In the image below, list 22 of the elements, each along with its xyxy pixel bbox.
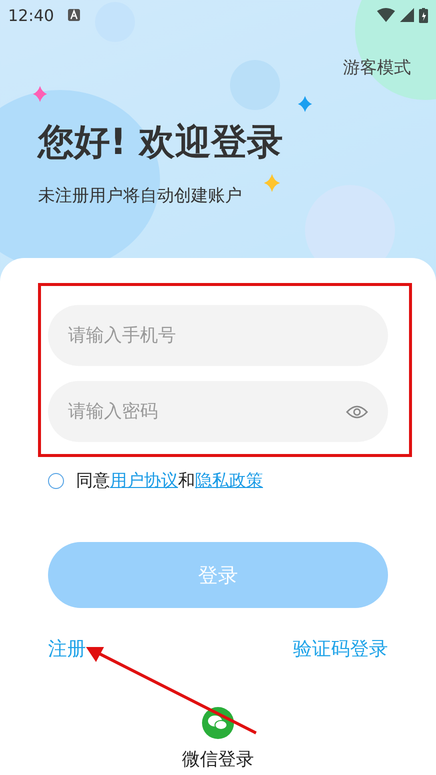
policy-link[interactable]: 用户协议 xyxy=(110,471,178,491)
signal-icon xyxy=(400,8,414,22)
wechat-login-label[interactable]: 微信登录 xyxy=(182,747,254,771)
welcome-title: 您好! 欢迎登录 xyxy=(38,121,284,165)
welcome-subtitle: 未注册用户将自动创建账户 xyxy=(38,185,243,207)
phone-field[interactable]: 请输入手机号 xyxy=(48,305,388,366)
sparkle-icon xyxy=(298,96,312,112)
eye-icon[interactable] xyxy=(346,405,368,419)
chat-bubbles-icon[interactable] xyxy=(202,707,234,739)
battery-icon xyxy=(419,8,428,22)
notification-icon xyxy=(68,9,80,21)
password-field[interactable]: 请输入密码 xyxy=(48,381,388,442)
sms-login-link[interactable]: 验证码登录 xyxy=(293,636,388,662)
policy-link[interactable]: 隐私政策 xyxy=(195,471,263,491)
status-time: 12:40 xyxy=(8,6,54,24)
register-link[interactable]: 注册 xyxy=(48,636,86,662)
wifi-icon xyxy=(377,8,395,22)
guest-mode-button[interactable]: 游客模式 xyxy=(343,56,411,79)
sparkle-icon xyxy=(33,86,47,102)
agreement-checkbox[interactable] xyxy=(48,473,64,489)
agreement-text: 同意用户协议和隐私政策 xyxy=(76,470,263,492)
sparkle-icon xyxy=(264,174,280,192)
